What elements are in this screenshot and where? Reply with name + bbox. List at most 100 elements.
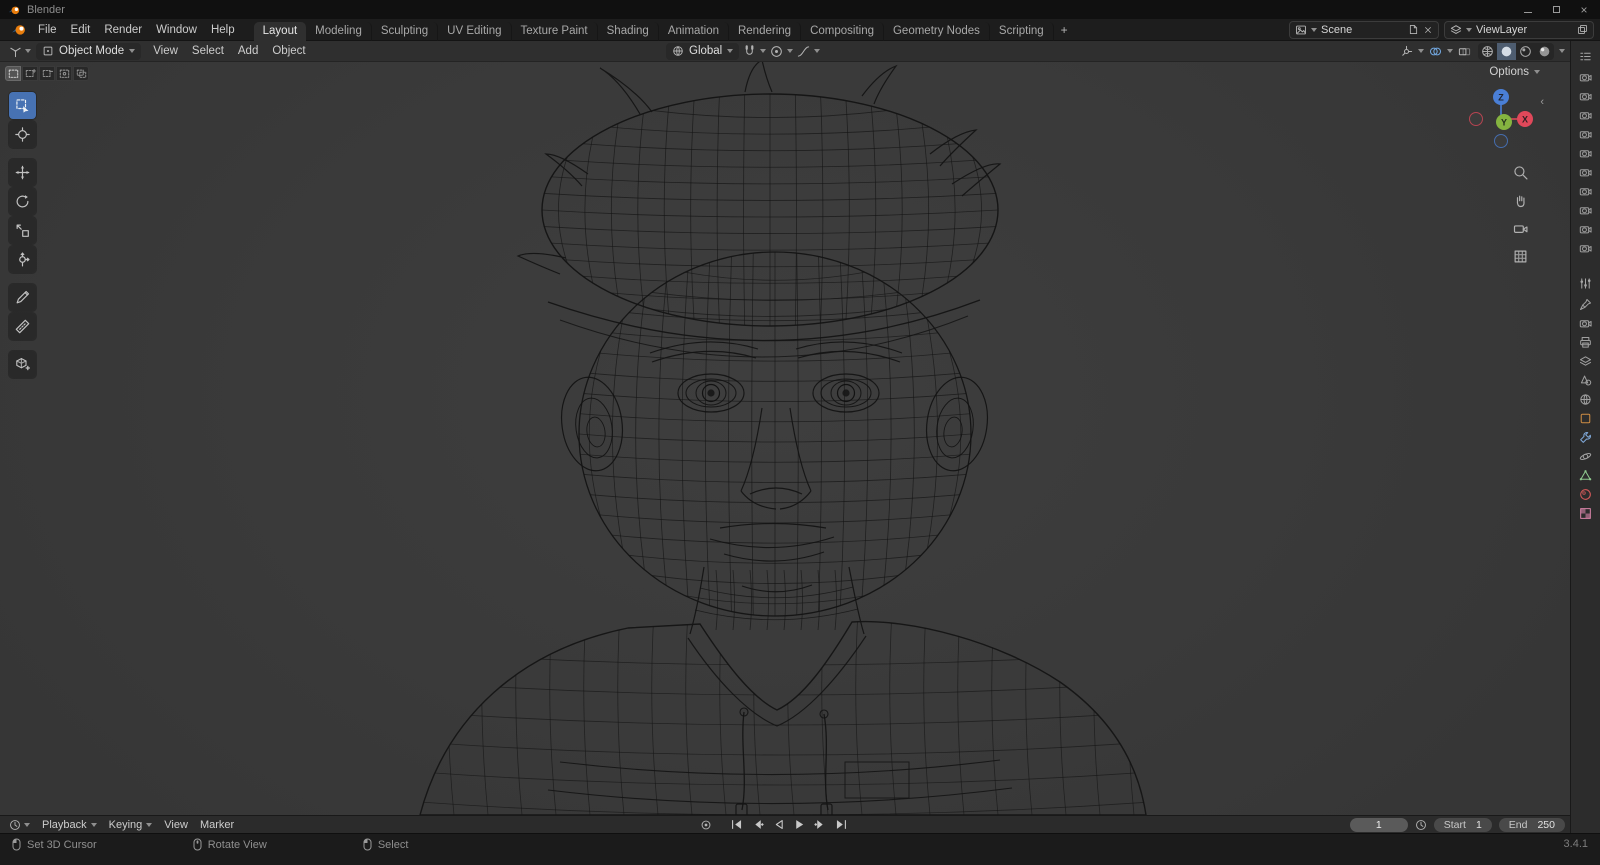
tool-transform[interactable] xyxy=(9,246,36,273)
falloff-dropdown-icon[interactable] xyxy=(814,49,821,53)
outliner-camera-toggle[interactable] xyxy=(1577,127,1595,141)
properties-tab-render[interactable] xyxy=(1577,316,1595,330)
outliner-camera-toggle[interactable] xyxy=(1577,108,1595,122)
navigation-gizmo[interactable]: Z X Y xyxy=(1468,88,1534,150)
proportional-editing-toggle[interactable] xyxy=(768,43,785,60)
properties-tab-physics[interactable] xyxy=(1577,449,1595,463)
close-button[interactable]: × xyxy=(1570,0,1598,19)
play-reverse-button[interactable] xyxy=(770,817,787,832)
properties-tab-material[interactable] xyxy=(1577,487,1595,501)
tool-move[interactable] xyxy=(9,159,36,186)
pan-button[interactable] xyxy=(1510,190,1530,210)
select-mode-invert[interactable] xyxy=(56,66,72,81)
viewport-3d[interactable]: Options ‹ Z X Y xyxy=(0,62,1570,815)
axis-x-neg-ball[interactable] xyxy=(1469,112,1483,126)
tool-cursor[interactable] xyxy=(9,121,36,148)
mode-dropdown[interactable]: Object Mode xyxy=(36,42,142,60)
zoom-button[interactable] xyxy=(1510,162,1530,182)
workspace-tab-scripting[interactable]: Scripting xyxy=(990,21,1054,41)
outliner-camera-toggle[interactable] xyxy=(1577,165,1595,179)
viewport-menu-object[interactable]: Object xyxy=(265,43,312,59)
proportional-falloff-icon[interactable] xyxy=(795,43,812,60)
properties-tab-active-tool[interactable] xyxy=(1577,297,1595,311)
shading-dropdown-icon[interactable] xyxy=(1559,49,1565,53)
current-frame-field[interactable]: 1 xyxy=(1349,817,1408,832)
show-overlays-toggle[interactable] xyxy=(1427,43,1444,60)
select-mode-extend[interactable] xyxy=(22,66,38,81)
workspace-tab-texture-paint[interactable]: Texture Paint xyxy=(512,21,598,41)
menu-edit[interactable]: Edit xyxy=(64,22,98,38)
timeline-menu-view[interactable]: View xyxy=(158,818,194,832)
transform-orientation-dropdown[interactable]: Global xyxy=(666,42,740,60)
select-mode-intersect[interactable] xyxy=(73,66,89,81)
editor-type-button[interactable] xyxy=(5,43,35,60)
properties-tab-view-layer[interactable] xyxy=(1577,354,1595,368)
workspace-tab-modeling[interactable]: Modeling xyxy=(306,21,372,41)
outliner-camera-toggle[interactable] xyxy=(1577,203,1595,217)
preview-range-icon[interactable] xyxy=(1415,819,1427,831)
show-gizmos-toggle[interactable] xyxy=(1398,43,1415,60)
outliner-camera-toggle[interactable] xyxy=(1577,184,1595,198)
snap-toggle[interactable] xyxy=(741,43,758,60)
shading-rendered-button[interactable] xyxy=(1535,43,1554,60)
properties-tab-output[interactable] xyxy=(1577,335,1595,349)
properties-tab-scene[interactable] xyxy=(1577,373,1595,387)
jump-to-end-button[interactable] xyxy=(833,817,850,832)
tool-annotate[interactable] xyxy=(9,284,36,311)
camera-view-button[interactable] xyxy=(1510,218,1530,238)
timeline-menu-marker[interactable]: Marker xyxy=(194,818,240,832)
xray-toggle[interactable] xyxy=(1456,43,1473,60)
properties-editor-icon[interactable] xyxy=(1576,273,1596,293)
auto-keying-toggle[interactable] xyxy=(698,817,714,832)
workspace-tab-uv-editing[interactable]: UV Editing xyxy=(438,21,512,41)
properties-tab-object-data[interactable] xyxy=(1577,468,1595,482)
workspace-tab-geometry-nodes[interactable]: Geometry Nodes xyxy=(884,21,990,41)
gizmos-dropdown-icon[interactable] xyxy=(1418,49,1424,53)
select-mode-subtract[interactable] xyxy=(39,66,55,81)
view-layer-selector[interactable]: ViewLayer xyxy=(1444,20,1594,39)
blender-menu-icon[interactable] xyxy=(6,22,31,37)
timeline-editor-type-button[interactable] xyxy=(5,816,34,833)
copy-view-layer-icon[interactable] xyxy=(1577,24,1588,35)
sidebar-toggle[interactable]: ‹ xyxy=(1540,96,1544,108)
viewport-menu-view[interactable]: View xyxy=(146,43,185,59)
timeline-menu-keying[interactable]: Keying xyxy=(103,818,159,832)
unlink-scene-icon[interactable] xyxy=(1423,25,1433,35)
axis-z-neg-ball[interactable] xyxy=(1494,134,1508,148)
frame-end-field[interactable]: End 250 xyxy=(1498,817,1565,832)
properties-tab-modifiers[interactable] xyxy=(1577,430,1595,444)
viewport-menu-add[interactable]: Add xyxy=(231,43,265,59)
play-button[interactable] xyxy=(791,817,808,832)
timeline-menu-playback[interactable]: Playback xyxy=(36,818,103,832)
outliner-camera-toggle[interactable] xyxy=(1577,89,1595,103)
viewport-menu-select[interactable]: Select xyxy=(185,43,231,59)
shading-solid-button[interactable] xyxy=(1497,42,1516,60)
shading-wireframe-button[interactable] xyxy=(1478,43,1497,60)
tool-scale[interactable] xyxy=(9,217,36,244)
menu-help[interactable]: Help xyxy=(204,22,242,38)
properties-tab-object[interactable] xyxy=(1577,411,1595,425)
tool-add-cube[interactable] xyxy=(9,351,36,378)
next-keyframe-button[interactable] xyxy=(812,817,829,832)
scene-selector[interactable]: Scene xyxy=(1289,20,1439,39)
tool-rotate[interactable] xyxy=(9,188,36,215)
add-workspace-button[interactable]: + xyxy=(1054,23,1075,37)
outliner-camera-toggle[interactable] xyxy=(1577,241,1595,255)
toggle-orthographic-button[interactable] xyxy=(1510,246,1530,266)
menu-window[interactable]: Window xyxy=(149,22,204,38)
outliner-editor-icon[interactable] xyxy=(1576,46,1596,66)
workspace-tab-compositing[interactable]: Compositing xyxy=(801,21,884,41)
view-layer-icon[interactable] xyxy=(1450,24,1462,36)
select-mode-new[interactable] xyxy=(5,66,21,81)
shading-material-button[interactable] xyxy=(1516,43,1535,60)
menu-render[interactable]: Render xyxy=(97,22,149,38)
new-scene-icon[interactable] xyxy=(1408,24,1419,35)
workspace-tab-animation[interactable]: Animation xyxy=(659,21,729,41)
workspace-tab-sculpting[interactable]: Sculpting xyxy=(372,21,439,41)
scene-browse-icon[interactable] xyxy=(1295,24,1307,36)
frame-start-field[interactable]: Start 1 xyxy=(1433,817,1492,832)
previous-keyframe-button[interactable] xyxy=(749,817,766,832)
tool-select-box[interactable] xyxy=(9,92,36,119)
snap-dropdown-icon[interactable] xyxy=(760,49,767,53)
maximize-button[interactable] xyxy=(1542,0,1570,19)
